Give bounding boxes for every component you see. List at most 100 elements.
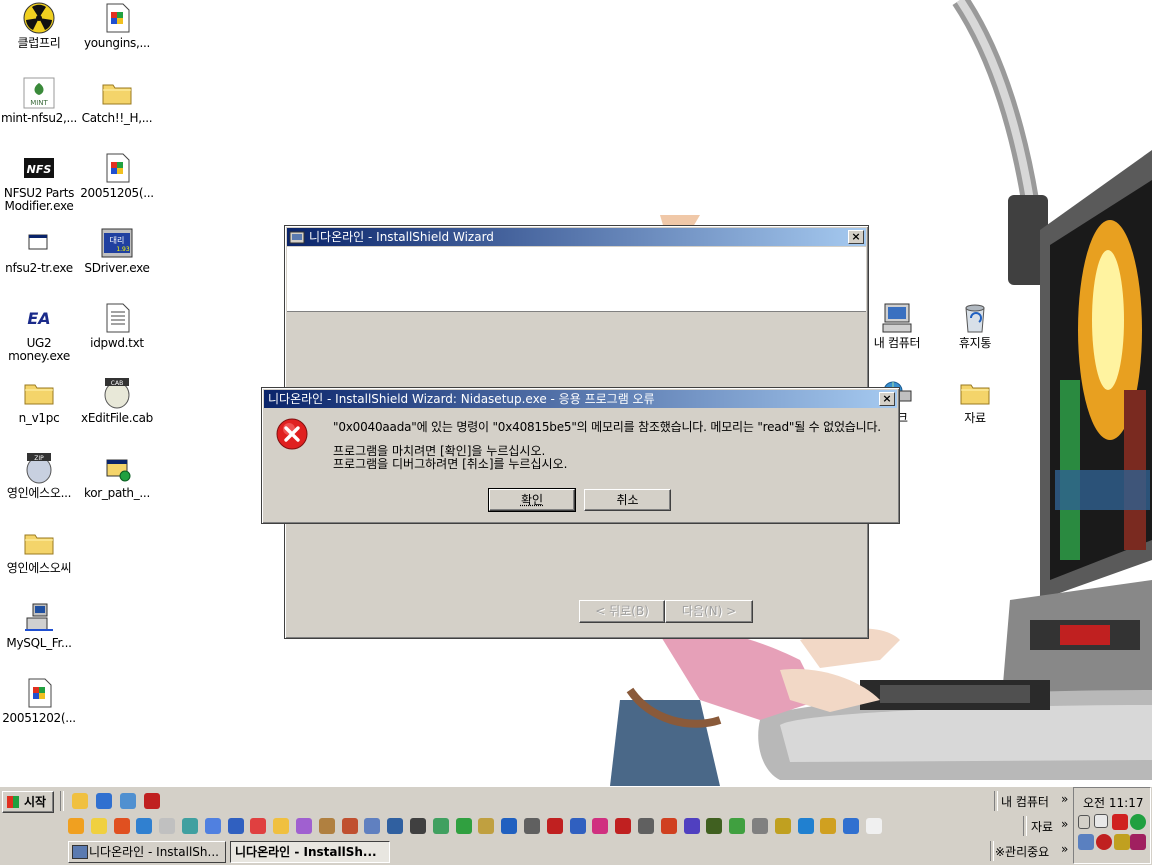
error-dialog[interactable]: 니다온라인 - InstallShield Wizard: Nidasetup.… [261,387,900,524]
radiation-icon [23,2,55,34]
svg-text:NFS: NFS [27,163,52,176]
desktop-icon[interactable]: 20051205(... [78,152,156,200]
quick-launch-app-icon[interactable] [501,818,518,834]
quick-launch-app-icon[interactable] [797,818,814,834]
desktop-icon[interactable]: 자료 [936,377,1014,425]
security-icon[interactable] [144,793,160,809]
toolbar-my-computer[interactable]: 내 컴퓨터 [1001,793,1049,810]
update-icon[interactable] [1130,814,1146,830]
toolbar-chevron[interactable]: » [1061,817,1068,831]
task-button-installer[interactable]: 니다온라인 - InstallSh... [68,841,226,863]
quick-launch-app-icon[interactable] [455,818,472,834]
toolbar-important[interactable]: ※관리중요 [995,843,1049,860]
quick-launch-app-icon[interactable] [774,818,791,834]
my-computer-icon [881,302,913,334]
desktop-icon[interactable]: 대리 1.93 SDriver.exe [78,227,156,275]
quick-launch-app-icon[interactable] [364,818,381,834]
quick-launch-app-icon[interactable] [569,818,586,834]
volume-icon[interactable] [1078,815,1090,829]
folder-icon [23,527,55,559]
quick-launch-app-icon[interactable] [159,818,176,834]
desktop-icon[interactable]: youngins,... [78,2,156,50]
quick-launch-app-icon[interactable] [866,818,882,834]
desktop-icon-label: 영인에스오씨 [6,561,72,575]
key-tray-icon[interactable] [1114,834,1130,850]
desktop-icon[interactable]: CAB xEditFile.cab [78,377,156,425]
desktop-icon[interactable]: ZIP 영인에스오... [0,452,78,500]
desktop-icon[interactable]: kor_path_... [78,452,156,500]
security-tray-icon[interactable] [1096,834,1112,850]
quick-launch-app-icon[interactable] [410,818,426,834]
ok-button[interactable]: 확인 [488,488,576,512]
desktop-icon[interactable]: MySQL_Fr... [0,602,78,650]
desktop-icon[interactable]: Catch!!_H,... [78,77,156,125]
browser-icon[interactable] [96,793,112,809]
quick-launch-app-icon[interactable] [843,818,860,834]
desktop-icon[interactable]: 20051202(... [0,677,78,725]
quick-launch-app-icon[interactable] [615,818,632,834]
quick-launch-app-icon[interactable] [273,818,290,834]
quick-launch-app-icon[interactable] [204,818,221,834]
desktop-icon-label: xEditFile.cab [81,411,153,425]
task-button-installer-active[interactable]: 니다온라인 - InstallSh... [230,841,390,863]
quick-launch-app-icon[interactable] [318,818,335,834]
toolbar-chevron[interactable]: » [1061,792,1068,806]
quick-launch-app-icon[interactable] [113,818,130,834]
desktop-icon[interactable]: 클럽프리 [0,2,78,50]
start-label: 시작 [23,795,47,809]
printer-icon[interactable] [1094,814,1108,828]
network-tray-icon[interactable] [1078,834,1094,850]
outlook-icon[interactable] [120,793,136,809]
installer-titlebar[interactable]: 니다온라인 - InstallShield Wizard × [287,228,866,246]
error-titlebar[interactable]: 니다온라인 - InstallShield Wizard: Nidasetup.… [264,390,897,408]
desktop-icon-label: NFSU2 Parts Modifier.exe [3,186,75,213]
quick-launch-app-icon[interactable] [638,818,654,834]
desktop-icon[interactable]: 영인에스오씨 [0,527,78,575]
quick-launch-app-icon[interactable] [660,818,677,834]
quick-launch-app-icon[interactable] [752,818,768,834]
taskbar-separator [60,791,64,811]
toolbar-data[interactable]: 자료 [1031,818,1053,835]
desktop-icon[interactable]: MINT mint-nfsu2,... [0,77,78,125]
quick-launch-app-icon[interactable] [478,818,495,834]
desktop-icon[interactable]: EA UG2 money.exe [0,302,78,363]
quick-launch-app-icon[interactable] [592,818,609,834]
back-button[interactable]: < 뒤로(B) [579,600,665,623]
quick-launch-app-icon[interactable] [524,818,540,834]
quick-launch-app-icon[interactable] [432,818,449,834]
quick-launch-app-icon[interactable] [296,818,312,834]
installer-close-button[interactable]: × [848,230,864,244]
messenger-tray-icon[interactable] [1130,834,1146,850]
show-desktop-icon[interactable] [72,793,88,809]
quick-launch-app-icon[interactable] [387,818,404,834]
desktop-icon[interactable]: 휴지통 [936,302,1014,350]
desktop-icon[interactable]: NFS NFSU2 Parts Modifier.exe [0,152,78,213]
quick-launch-app-icon[interactable] [136,818,153,834]
clock[interactable]: 오전 11:17 [1083,794,1143,811]
quick-launch-app-icon[interactable] [90,818,107,834]
error-close-button[interactable]: × [879,392,895,406]
cancel-button[interactable]: 취소 [584,489,671,511]
next-button[interactable]: 다음(N) > [665,600,753,623]
quick-launch-app-icon[interactable] [341,818,358,834]
quick-launch-app-icon[interactable] [729,818,746,834]
quick-launch-app-icon[interactable] [546,818,563,834]
desktop-icon[interactable]: n_v1pc [0,377,78,425]
quick-launch-app-icon[interactable] [820,818,837,834]
desktop-icon[interactable]: 내 컴퓨터 [858,302,936,350]
quick-launch-app-icon[interactable] [68,818,84,834]
desktop-icon-label: MySQL_Fr... [6,636,72,650]
desktop-icon-label: n_v1pc [18,411,60,425]
start-button[interactable]: 시작 [2,791,54,813]
error-message-line3: 프로그램을 디버그하려면 [취소]를 누르십시오. [333,457,568,471]
toolbar-chevron[interactable]: » [1061,842,1068,856]
antivirus-icon[interactable] [1112,814,1128,830]
desktop-icon[interactable]: idpwd.txt [78,302,156,350]
desktop-icon[interactable]: nfsu2-tr.exe [0,227,78,275]
folder-icon [23,377,55,409]
quick-launch-app-icon[interactable] [182,818,198,834]
quick-launch-app-icon[interactable] [706,818,723,834]
quick-launch-app-icon[interactable] [227,818,244,834]
quick-launch-app-icon[interactable] [683,818,700,834]
quick-launch-app-icon[interactable] [250,818,267,834]
